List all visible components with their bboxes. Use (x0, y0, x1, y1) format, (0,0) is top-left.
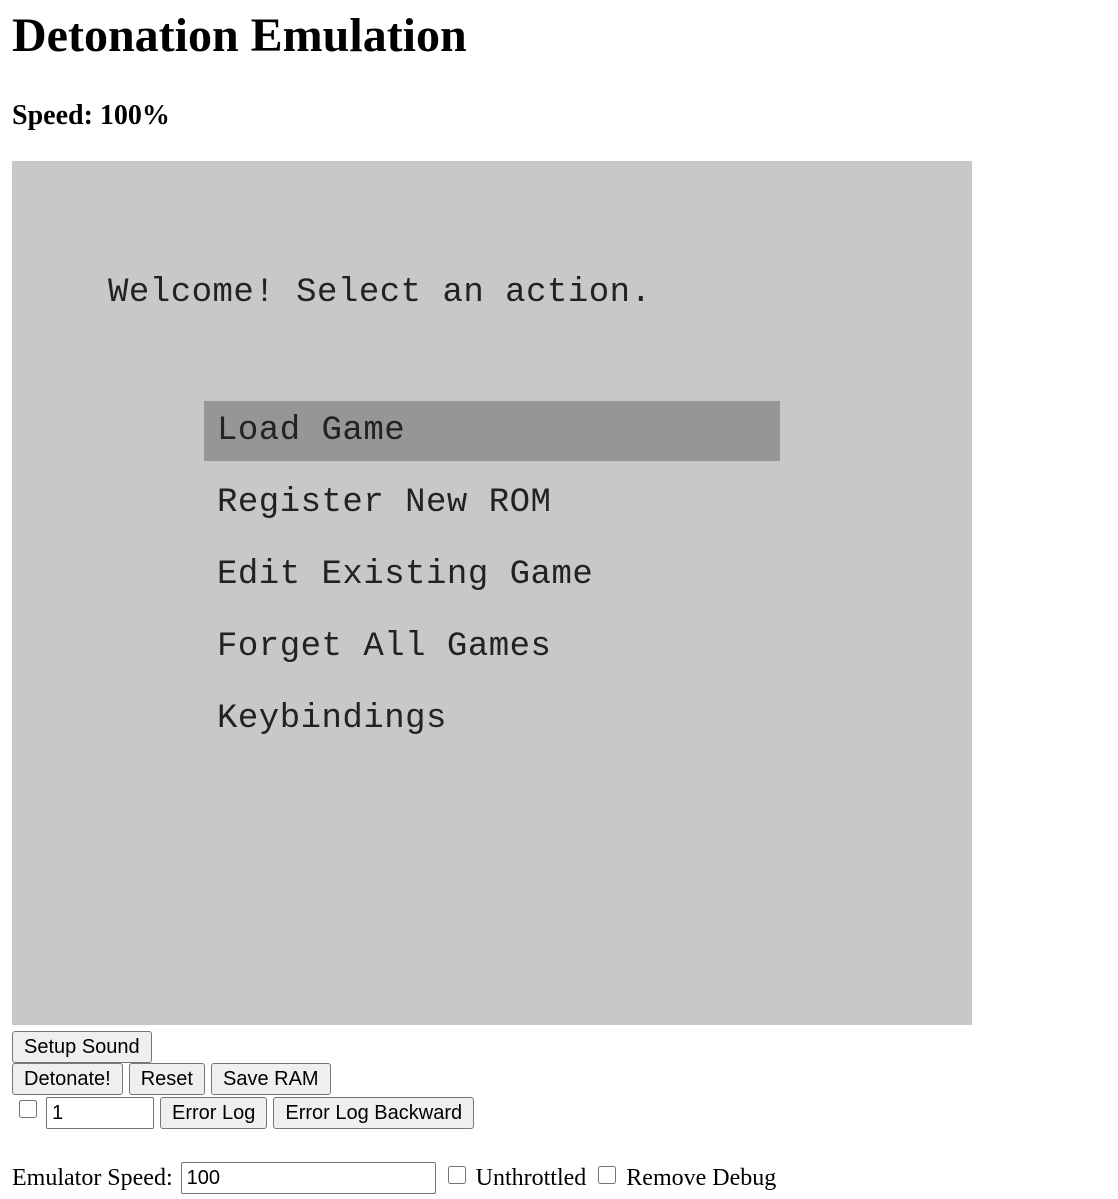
welcome-message: Welcome! Select an action. (108, 274, 652, 312)
error-log-button[interactable]: Error Log (160, 1097, 268, 1129)
remove-debug-label: Remove Debug (626, 1165, 777, 1191)
speed-display: Speed: 100% (12, 100, 170, 131)
save-ram-button[interactable]: Save RAM (210, 1063, 331, 1095)
emulator-speed-label: Emulator Speed: (12, 1165, 173, 1191)
setup-sound-button[interactable]: Setup Sound (12, 1031, 152, 1063)
error-log-controls: Error LogError Log Backward (12, 1097, 476, 1129)
error-log-checkbox[interactable] (19, 1100, 37, 1118)
error-log-count-input[interactable] (46, 1097, 154, 1129)
remove-debug-checkbox[interactable] (598, 1166, 617, 1184)
unthrottled-checkbox[interactable] (447, 1166, 466, 1184)
menu-item-register-new-rom[interactable]: Register New ROM (204, 473, 780, 533)
error-log-backward-button[interactable]: Error Log Backward (273, 1097, 475, 1129)
menu-item-forget-all-games[interactable]: Forget All Games (204, 617, 780, 677)
menu-item-load-game[interactable]: Load Game (204, 401, 780, 461)
unthrottled-label: Unthrottled (475, 1165, 587, 1191)
emulator-screen[interactable]: Welcome! Select an action. Load Game Reg… (12, 161, 972, 1025)
reset-button[interactable]: Reset (128, 1063, 205, 1095)
page-title: Detonation Emulation (12, 9, 467, 62)
menu-item-edit-existing-game[interactable]: Edit Existing Game (204, 545, 780, 605)
speed-controls: Emulator Speed: Unthrottled Remove Debug (12, 1162, 776, 1194)
emulator-speed-input[interactable] (180, 1162, 436, 1194)
detonate-button[interactable]: Detonate! (12, 1063, 123, 1095)
menu-item-keybindings[interactable]: Keybindings (204, 689, 780, 749)
sound-controls: Setup Sound (12, 1031, 154, 1063)
emulation-controls: Detonate! Reset Save RAM (12, 1063, 333, 1095)
